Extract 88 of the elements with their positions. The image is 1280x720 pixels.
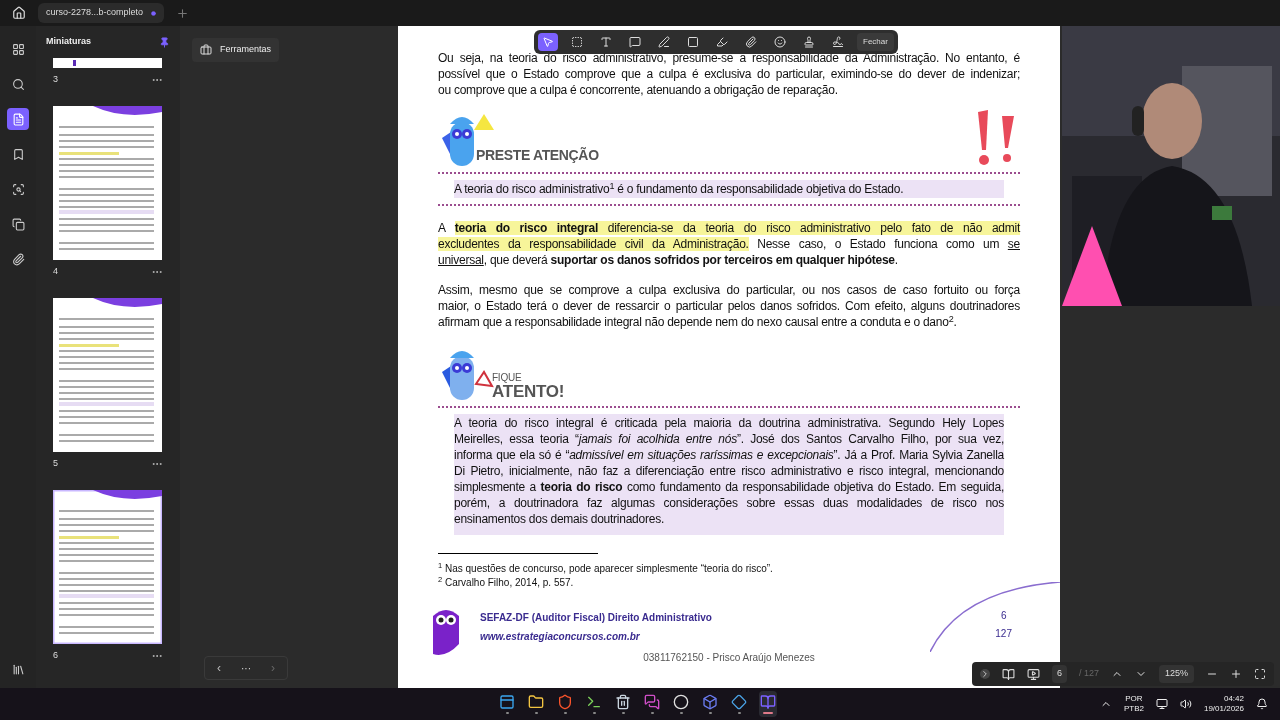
text-line: universal, que deverá suportar os danos sofridos por terceiros em qualquer hipótese. — [438, 252, 899, 268]
tools-button[interactable]: Ferramentas — [192, 38, 280, 62]
callout-title: ATENTO! — [492, 383, 565, 400]
clock[interactable]: 04:42 19/01/2026 — [1203, 694, 1244, 714]
owner-text: 03811762150 - Prisco Araújo Menezes — [643, 651, 815, 665]
annotation-tool[interactable] — [538, 33, 558, 51]
terminal-icon — [586, 694, 602, 710]
present-icon[interactable] — [1026, 667, 1040, 681]
pages-icon — [11, 112, 25, 126]
record-icon — [673, 694, 689, 710]
text-line: porém, a doutrinadora faz algumas considerações sobre essas duas modalidades de risco nos — [454, 495, 1004, 511]
footnote: $^{2}$ Carvalho Filho, 2014, p. 557. — [438, 576, 575, 590]
text-line: Ou seja, na teoria do risco administrativo, presume-se a responsabilidade da Administração. No entanto, é — [438, 50, 1020, 66]
panel-title: Miniaturas — [46, 35, 91, 49]
home-icon[interactable] — [12, 6, 26, 20]
course-title: SEFAZ-DF (Auditor Fiscal) Direito Administrativo — [480, 611, 712, 625]
attach-icon — [745, 36, 757, 48]
shape-icon — [687, 36, 699, 48]
callout-title: PRESTE ATENÇÃO — [476, 146, 599, 165]
comment-icon — [629, 36, 641, 48]
callout-title: FIQUE — [492, 373, 523, 383]
text-line: informa que ela só é “admissível em situações raríssimas e excepcionais”. Já a Prof. Maria Sylvia Zanella — [454, 447, 1004, 463]
page-number: 4 — [53, 265, 58, 279]
site-link[interactable]: www.estrategiaconcursos.com.br — [480, 629, 712, 644]
tab-title: curso-2278...b-completo — [46, 6, 144, 20]
zoom-field[interactable]: 125% — [1158, 665, 1194, 683]
chat-icon — [644, 694, 660, 710]
page-thumbnail[interactable] — [53, 58, 162, 68]
network-icon[interactable] — [1155, 698, 1168, 710]
text-line: Meirelles, essa teoria “jamais foi acolhida entre nós”. José dos Santos Carvalho Filho, por sua vez, — [454, 431, 1004, 447]
search-icon — [11, 77, 25, 91]
box-icon — [702, 694, 718, 710]
language-indicator[interactable]: POR PTB2 — [1123, 694, 1144, 714]
pen-icon — [658, 36, 670, 48]
briefcase-icon — [200, 44, 212, 56]
pin-icon[interactable] — [159, 36, 170, 48]
footnote: $^{1}$ Nas questões de concurso, pode aparecer simplesmente “teoria do risco”. — [438, 562, 774, 576]
text-line: A teoria do risco integral é criticada pela maioria da doutrina administrativa. Segundo Hely Lopes — [454, 415, 1004, 431]
fit-page-icon[interactable] — [1254, 668, 1266, 680]
grid-icon — [11, 42, 25, 56]
select-icon — [542, 36, 554, 48]
volume-icon[interactable] — [1179, 698, 1192, 710]
attach-icon — [11, 252, 25, 266]
page-total: / 127 — [1078, 667, 1099, 681]
text-icon — [600, 36, 612, 48]
library-icon[interactable] — [11, 663, 25, 676]
page-thumbnail[interactable] — [53, 490, 162, 644]
page-field[interactable]: 6 — [1051, 665, 1067, 683]
text-line: ensinamentos dos demais doutrinadores. — [454, 511, 665, 527]
collapse-icon[interactable] — [979, 669, 990, 679]
copy-icon — [11, 217, 25, 231]
text-line: excludentes da responsabilidade civil da Administração. Nesse caso, o Estado funciona como um se — [438, 236, 1020, 252]
page-number: 6 — [1000, 609, 1007, 623]
scan-icon — [11, 182, 25, 196]
document-tab[interactable]: curso-2278...b-completo — [38, 3, 165, 23]
page-thumbnail[interactable] — [53, 298, 162, 452]
sticker-icon — [774, 36, 786, 48]
page-number: 3 — [53, 73, 58, 87]
text-line: possível que o Estado comprove que a culpa é exclusiva do particular, eximindo-se do dever de indenizar; — [438, 66, 1020, 82]
folder-icon — [528, 694, 544, 710]
previous-button[interactable]: ‹ — [217, 659, 221, 677]
page-thumbnail[interactable] — [53, 106, 162, 260]
text-line: A teoria do risco administrativo$^{1}$ é o fundamento da responsabilidade objetiva do Estado. — [454, 181, 905, 197]
text-line: A teoria do risco integral diferencia-se da teoria do risco administrativo pelo fato de não admit — [438, 220, 1020, 236]
unsaved-dot-icon — [151, 10, 157, 16]
more-button[interactable]: ··· — [241, 660, 251, 676]
diamond-icon — [731, 694, 747, 710]
new-tab-icon[interactable] — [176, 6, 190, 20]
sign-icon — [832, 36, 844, 48]
page-total: 127 — [995, 627, 1012, 641]
text-line: Di Pietro, inicialmente, não faz a diferenciação entre risco administrativo e risco integral, mencionando — [454, 463, 1004, 479]
notifications-icon[interactable] — [1256, 698, 1268, 710]
reader-icon — [760, 694, 776, 710]
sidebar-tool[interactable] — [7, 108, 29, 130]
stamp-icon — [803, 36, 815, 48]
text-line: Assim, mesmo que se comprove a culpa exclusiva do particular, ou nos casos de caso fortuito ou força — [438, 282, 1020, 298]
text-line: afirmam que a responsabilidade integral não depende nem do nexo causal entre a conduta e o dano$^{2}$. — [438, 314, 958, 330]
text-line: maior, o Estado terá o dever de ressarcir o particular pelos danos sofridos. Com efeito, alguns doutrinadores — [438, 298, 1020, 314]
text-line: ou comprove que a culpa é concorrente, atenuando a obrigação de reparação. — [438, 82, 839, 98]
page-number: 5 — [53, 457, 58, 471]
close-button[interactable]: Fechar — [857, 33, 894, 51]
bookmark-icon — [11, 147, 25, 161]
taskbar-app[interactable] — [759, 691, 777, 717]
page-number: 6 — [53, 649, 58, 663]
recycle-icon — [615, 694, 631, 710]
two-page-icon[interactable] — [1001, 667, 1015, 681]
text-line: simplesmente a teoria do risco como fundamento da responsabilidade objetiva do Estado. Em seguida, — [454, 479, 1004, 495]
zoom-in-icon[interactable] — [1230, 668, 1242, 680]
